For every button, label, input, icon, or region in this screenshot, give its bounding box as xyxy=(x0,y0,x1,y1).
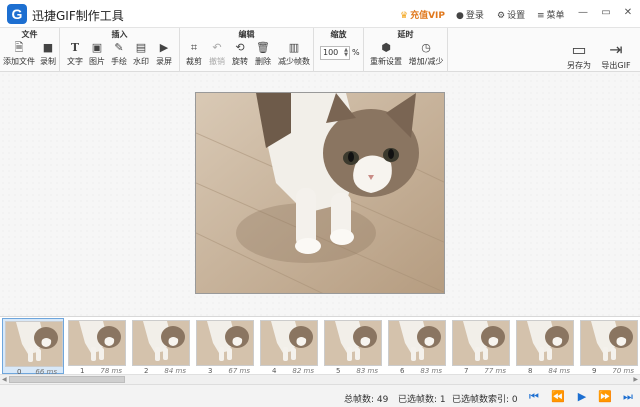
undo-button[interactable]: ↶ 撤销 xyxy=(207,41,227,67)
screen-record-icon: ▶ xyxy=(159,41,169,54)
frame-strip: 0 66 ms 1 78 ms 2 84 ms 3 67 ms 4 82 ms 5 83 ms 6 83 … xyxy=(0,316,640,376)
frame-thumbnail[interactable]: 9 70 ms xyxy=(578,318,640,375)
reset-icon: ⬢ xyxy=(381,41,391,54)
hamburger-icon: ≡ xyxy=(537,11,545,21)
group-title-file: 文件 xyxy=(21,30,38,39)
frame-thumbnail[interactable]: 5 83 ms xyxy=(322,318,384,375)
group-delay: 延时 ⬢ 重新设置 ◷ 增加/减少 xyxy=(364,28,448,72)
frame-thumbnail[interactable]: 3 67 ms xyxy=(194,318,256,375)
clock-icon: ◷ xyxy=(421,41,431,54)
status-bar: 总帧数: 49 已选帧数: 1 已选帧数索引: 0 ⏮ ⏪ ▶ ⏩ ⏭ xyxy=(0,384,640,407)
maximize-button[interactable]: ▭ xyxy=(598,5,614,21)
app-title: 迅捷GIF制作工具 xyxy=(32,9,124,23)
group-title-insert: 插入 xyxy=(111,30,128,39)
save-icon: ▭ xyxy=(571,40,587,59)
reduce-frames-button[interactable]: ▥ 减少帧数 xyxy=(277,41,311,67)
group-title-zoom: 缩放 xyxy=(330,30,347,39)
zoom-spinner[interactable]: ▲ ▼ xyxy=(344,48,348,58)
text-icon: T xyxy=(70,41,80,54)
frame-thumbnail-image xyxy=(580,320,638,366)
text-button[interactable]: T 文字 xyxy=(66,41,84,67)
pen-icon: ✎ xyxy=(114,41,124,54)
canvas-area xyxy=(0,72,640,316)
frame-thumbnail[interactable]: 6 83 ms xyxy=(386,318,448,375)
frame-thumbnail-image xyxy=(260,320,318,366)
user-icon: ● xyxy=(456,11,464,21)
toolbar: 文件 🗎 添加文件 ■ 录制 插入 T 文字 ▣ 图片 ✎ 手绘 ▤ 水印 ▶ xyxy=(0,28,640,72)
zoom-unit: % xyxy=(352,48,360,57)
camera-icon: ■ xyxy=(42,41,54,54)
scroll-right-icon[interactable]: ▶ xyxy=(633,376,638,383)
add-file-icon: 🗎 xyxy=(14,41,24,54)
scrollbar-thumb[interactable] xyxy=(9,376,125,383)
next-frame-button[interactable]: ⏩ xyxy=(598,390,612,404)
close-button[interactable]: ✕ xyxy=(620,5,636,21)
frame-thumbnail-image xyxy=(132,320,190,366)
selected-frames: 已选帧数: 1 xyxy=(398,395,446,405)
first-frame-button[interactable]: ⏮ xyxy=(527,390,541,404)
frame-thumbnail-image xyxy=(516,320,574,366)
prev-frame-button[interactable]: ⏪ xyxy=(551,390,565,404)
login-button[interactable]: ● 登录 xyxy=(456,8,484,21)
horizontal-scrollbar[interactable]: ◀ ▶ xyxy=(0,374,640,384)
adjust-delay-button[interactable]: ◷ 增加/减少 xyxy=(406,41,446,67)
app-logo: G xyxy=(7,4,27,24)
frame-thumbnail-image xyxy=(68,320,126,366)
gear-icon: ⚙ xyxy=(497,11,506,21)
reduce-frames-icon: ▥ xyxy=(288,41,300,54)
crop-icon: ⌗ xyxy=(190,41,198,54)
cat-image xyxy=(196,93,444,293)
minimize-button[interactable]: — xyxy=(575,5,591,21)
reset-delay-button[interactable]: ⬢ 重新设置 xyxy=(368,41,404,67)
total-frames: 总帧数: 49 xyxy=(344,395,389,405)
vip-button[interactable]: ♛ 充值VIP xyxy=(400,8,445,21)
play-button[interactable]: ▶ xyxy=(575,390,589,404)
export-icon: ⇥ xyxy=(609,40,623,59)
frame-thumbnail[interactable]: 7 77 ms xyxy=(450,318,512,375)
screen-record-button[interactable]: ▶ 录屏 xyxy=(154,41,174,67)
zoom-input[interactable]: 100 ▲ ▼ xyxy=(320,46,350,60)
menu-button[interactable]: ≡ 菜单 xyxy=(537,8,565,21)
frame-thumbnail-image xyxy=(452,320,510,366)
crop-button[interactable]: ⌗ 裁剪 xyxy=(184,41,204,67)
frame-thumbnail[interactable]: 8 84 ms xyxy=(514,318,576,375)
selected-index: 已选帧数索引: 0 xyxy=(452,395,518,405)
rotate-button[interactable]: ⟲ 旋转 xyxy=(230,41,250,67)
frame-thumbnail[interactable]: 2 84 ms xyxy=(130,318,192,375)
trash-icon: 🗑 xyxy=(256,41,270,54)
frame-preview[interactable] xyxy=(195,92,445,294)
frame-thumbnail-image xyxy=(324,320,382,366)
frame-thumbnail[interactable]: 1 78 ms xyxy=(66,318,128,375)
delete-button[interactable]: 🗑 删除 xyxy=(253,41,273,67)
group-insert: 插入 T 文字 ▣ 图片 ✎ 手绘 ▤ 水印 ▶ 录屏 xyxy=(60,28,180,72)
frame-thumbnail[interactable]: 0 66 ms xyxy=(2,318,64,376)
rotate-icon: ⟲ xyxy=(235,41,245,54)
image-icon: ▣ xyxy=(91,41,103,54)
add-file-button[interactable]: 🗎 添加文件 xyxy=(2,41,36,67)
last-frame-button[interactable]: ⏭ xyxy=(621,390,635,404)
group-title-edit: 编辑 xyxy=(238,30,255,39)
group-title-delay: 延时 xyxy=(397,30,414,39)
title-bar: G 迅捷GIF制作工具 ♛ 充值VIP ● 登录 ⚙ 设置 ≡ 菜单 — ▭ ✕ xyxy=(0,0,640,28)
settings-button[interactable]: ⚙ 设置 xyxy=(497,8,525,21)
image-button[interactable]: ▣ 图片 xyxy=(88,41,106,67)
frame-thumbnail-image xyxy=(388,320,446,366)
draw-button[interactable]: ✎ 手绘 xyxy=(110,41,128,67)
save-as-button[interactable]: ▭ 另存为 xyxy=(564,41,594,71)
watermark-icon: ▤ xyxy=(135,41,147,54)
frame-thumbnail[interactable]: 4 82 ms xyxy=(258,318,320,375)
frame-thumbnail-image xyxy=(5,321,63,367)
watermark-button[interactable]: ▤ 水印 xyxy=(132,41,150,67)
frame-thumbnail-image xyxy=(196,320,254,366)
group-edit: 编辑 ⌗ 裁剪 ↶ 撤销 ⟲ 旋转 🗑 删除 ▥ 减少帧数 xyxy=(180,28,314,72)
scroll-left-icon[interactable]: ◀ xyxy=(2,376,7,383)
record-button[interactable]: ■ 录制 xyxy=(38,41,58,67)
undo-icon: ↶ xyxy=(212,41,222,54)
group-file: 文件 🗎 添加文件 ■ 录制 xyxy=(0,28,60,72)
crown-icon: ♛ xyxy=(400,11,409,21)
export-gif-button[interactable]: ⇥ 导出GIF xyxy=(598,41,634,71)
